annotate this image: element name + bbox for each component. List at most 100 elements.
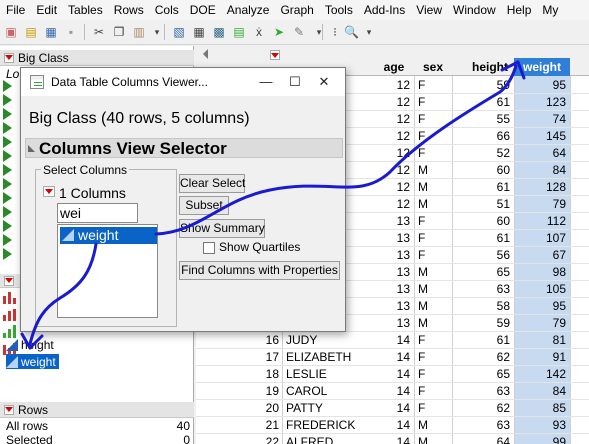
- minimize-button[interactable]: —: [256, 72, 276, 92]
- run-script-icon[interactable]: [3, 122, 12, 134]
- cell-height[interactable]: 64: [454, 435, 510, 444]
- row-number[interactable]: 22: [241, 435, 279, 444]
- table-row[interactable]: 17 ELIZABETH 14 F 62 91: [196, 349, 589, 366]
- cell-age[interactable]: 14: [374, 350, 410, 364]
- row-number[interactable]: 20: [241, 401, 279, 415]
- column-header-weight[interactable]: weight: [514, 58, 570, 76]
- table-panel-header[interactable]: Big Class: [0, 50, 194, 66]
- cell-weight[interactable]: 67: [518, 248, 566, 262]
- cell-height[interactable]: 60: [454, 163, 510, 177]
- cell-sex[interactable]: M: [418, 299, 428, 313]
- run-script-icon[interactable]: [3, 178, 12, 190]
- row-number[interactable]: 16: [241, 333, 279, 347]
- table-row[interactable]: 18 LESLIE 14 F 65 142: [196, 366, 589, 383]
- new-icon[interactable]: ▣: [4, 25, 18, 39]
- formula-icon[interactable]: ẋ: [252, 25, 266, 39]
- magnifier-icon[interactable]: 🔍: [344, 25, 359, 39]
- cell-height[interactable]: 66: [454, 129, 510, 143]
- row-number[interactable]: 18: [241, 367, 279, 381]
- subset-button[interactable]: Subset: [179, 196, 229, 215]
- cell-age[interactable]: 12: [374, 197, 410, 211]
- cell-height[interactable]: 56: [454, 248, 510, 262]
- cell-height[interactable]: 52: [454, 146, 510, 160]
- cell-sex[interactable]: F: [418, 333, 425, 347]
- script-icon[interactable]: ▤: [232, 25, 246, 39]
- cell-weight[interactable]: 84: [518, 163, 566, 177]
- data-grid-icon[interactable]: ▦: [192, 25, 206, 39]
- cell-age[interactable]: 12: [374, 95, 410, 109]
- disclosure-triangle-icon[interactable]: [28, 145, 35, 152]
- run-script-icon[interactable]: [3, 108, 12, 120]
- cell-age[interactable]: 14: [374, 384, 410, 398]
- cell-sex[interactable]: M: [418, 163, 428, 177]
- cell-age[interactable]: 13: [374, 265, 410, 279]
- cell-name[interactable]: FREDERICK: [286, 418, 355, 432]
- cell-age[interactable]: 13: [374, 248, 410, 262]
- table-row[interactable]: 20 PATTY 14 F 62 85: [196, 400, 589, 417]
- table-row[interactable]: 16 JUDY 14 F 61 81: [196, 332, 589, 349]
- row-number[interactable]: 21: [241, 418, 279, 432]
- cell-name[interactable]: JUDY: [286, 333, 317, 347]
- cell-age[interactable]: 13: [374, 231, 410, 245]
- table-row[interactable]: 22 ALFRED 14 M 64 99: [196, 434, 589, 444]
- cell-weight[interactable]: 95: [518, 299, 566, 313]
- cell-sex[interactable]: F: [418, 112, 425, 126]
- cell-sex[interactable]: F: [418, 367, 425, 381]
- cell-sex[interactable]: M: [418, 197, 428, 211]
- cell-weight[interactable]: 112: [518, 214, 566, 228]
- cell-age[interactable]: 12: [374, 180, 410, 194]
- cell-sex[interactable]: M: [418, 316, 428, 330]
- open-folder-icon[interactable]: ▦: [44, 25, 58, 39]
- cell-weight[interactable]: 85: [518, 401, 566, 415]
- cell-sex[interactable]: F: [418, 129, 425, 143]
- cell-sex[interactable]: M: [418, 435, 428, 444]
- run-script-icon[interactable]: [3, 94, 12, 106]
- table-row[interactable]: 21 FREDERICK 14 M 63 93: [196, 417, 589, 434]
- cell-age[interactable]: 13: [374, 282, 410, 296]
- cell-height[interactable]: 61: [454, 333, 510, 347]
- red-triangle-menu-icon[interactable]: [4, 404, 14, 415]
- row-number[interactable]: 19: [241, 384, 279, 398]
- cell-weight[interactable]: 64: [518, 146, 566, 160]
- cell-age[interactable]: 12: [374, 78, 410, 92]
- cell-sex[interactable]: M: [418, 265, 428, 279]
- dialog-title-bar[interactable]: Data Table Columns Viewer... — ☐ ✕: [21, 68, 345, 96]
- red-triangle-menu-icon[interactable]: [270, 50, 280, 60]
- run-script-icon[interactable]: [3, 234, 12, 246]
- menu-view[interactable]: View: [410, 3, 447, 17]
- paste-dropdown-icon[interactable]: ▾: [150, 25, 164, 39]
- maximize-button[interactable]: ☐: [285, 72, 305, 92]
- cell-sex[interactable]: F: [418, 95, 425, 109]
- columns-listbox[interactable]: weight: [57, 224, 158, 318]
- cell-weight[interactable]: 99: [518, 435, 566, 444]
- menu-graph[interactable]: Graph: [274, 3, 318, 17]
- menu-add-ins[interactable]: Add-Ins: [358, 3, 410, 17]
- cell-height[interactable]: 63: [454, 384, 510, 398]
- cell-height[interactable]: 59: [454, 78, 510, 92]
- run-script-icon[interactable]: [3, 80, 12, 92]
- cell-sex[interactable]: F: [418, 78, 425, 92]
- cell-height[interactable]: 60: [454, 214, 510, 228]
- run-script-icon[interactable]: [3, 220, 12, 232]
- cell-height[interactable]: 61: [454, 95, 510, 109]
- cell-weight[interactable]: 91: [518, 350, 566, 364]
- table-row[interactable]: 19 CAROL 14 F 63 84: [196, 383, 589, 400]
- column-list-item-selected[interactable]: weight: [60, 227, 157, 244]
- menu-analyze[interactable]: Analyze: [221, 3, 275, 17]
- column-header-height[interactable]: height: [468, 60, 512, 76]
- menu-file[interactable]: File: [0, 3, 30, 17]
- red-triangle-menu-icon[interactable]: [4, 275, 14, 286]
- cell-name[interactable]: CAROL: [286, 384, 327, 398]
- cell-age[interactable]: 12: [374, 163, 410, 177]
- menu-doe[interactable]: DOE: [184, 3, 221, 17]
- cell-age[interactable]: 13: [374, 316, 410, 330]
- cell-weight[interactable]: 142: [518, 367, 566, 381]
- cell-sex[interactable]: M: [418, 180, 428, 194]
- cell-height[interactable]: 65: [454, 367, 510, 381]
- cell-height[interactable]: 61: [454, 180, 510, 194]
- menu-cols[interactable]: Cols: [149, 3, 184, 17]
- menu-window[interactable]: Window: [447, 3, 501, 17]
- cell-height[interactable]: 61: [454, 231, 510, 245]
- cell-sex[interactable]: F: [418, 248, 425, 262]
- run-script-icon[interactable]: [3, 248, 12, 260]
